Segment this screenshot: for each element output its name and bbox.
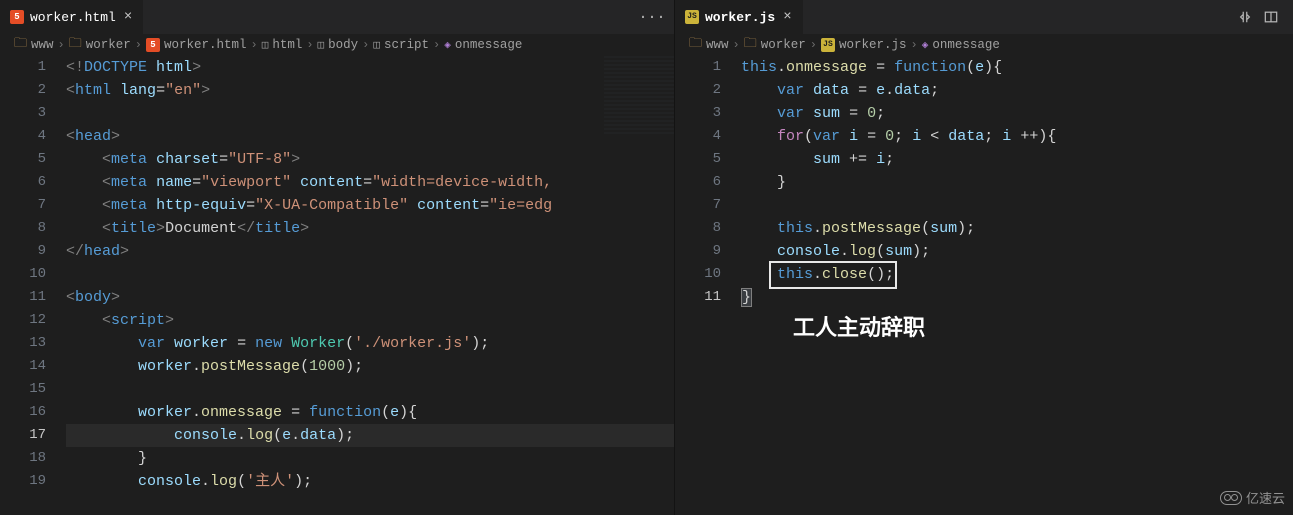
- symbol-icon: ◫: [373, 38, 380, 52]
- watermark-icon: [1220, 491, 1242, 505]
- chevron-right-icon: ›: [733, 38, 740, 52]
- crumb[interactable]: worker.html: [164, 38, 247, 52]
- crumb[interactable]: script: [384, 38, 429, 52]
- minimap[interactable]: [604, 56, 674, 136]
- crumb[interactable]: onmessage: [932, 38, 1000, 52]
- chevron-right-icon: ›: [135, 38, 142, 52]
- chevron-right-icon: ›: [306, 38, 313, 52]
- tab-bar: JS worker.js ×: [675, 0, 1293, 34]
- chevron-right-icon: ›: [362, 38, 369, 52]
- crumb[interactable]: www: [31, 38, 54, 52]
- crumb[interactable]: html: [272, 38, 302, 52]
- html-icon: 5: [146, 38, 160, 52]
- symbol-icon: ◫: [262, 38, 269, 52]
- watermark: 亿速云: [1220, 488, 1285, 507]
- chevron-right-icon: ›: [910, 38, 917, 52]
- chevron-right-icon: ›: [58, 38, 65, 52]
- html-icon: 5: [10, 10, 24, 24]
- code-content[interactable]: <!DOCTYPE html> <html lang="en"> <head> …: [66, 56, 674, 515]
- split-icon[interactable]: [1263, 9, 1279, 25]
- symbol-icon: ◫: [318, 38, 325, 52]
- crumb[interactable]: www: [706, 38, 729, 52]
- crumb[interactable]: worker.js: [839, 38, 907, 52]
- close-icon[interactable]: ×: [124, 9, 132, 25]
- chevron-right-icon: ›: [433, 38, 440, 52]
- annotation-label: 工人主动辞职: [793, 316, 925, 339]
- code-editor[interactable]: 1234 5678 91011 this.onmessage = functio…: [675, 56, 1293, 515]
- line-gutter: 1234 5678 91011: [675, 56, 741, 515]
- line-gutter: 1234 5678 9101112 13141516 171819: [0, 56, 66, 515]
- compare-icon[interactable]: [1237, 9, 1253, 25]
- code-editor[interactable]: 1234 5678 9101112 13141516 171819 <!DOCT…: [0, 56, 674, 515]
- tab-label: worker.js: [705, 10, 775, 25]
- crumb[interactable]: onmessage: [455, 38, 523, 52]
- tab-worker-html[interactable]: 5 worker.html ×: [0, 0, 143, 34]
- folder-icon: 🗀: [69, 34, 82, 56]
- breadcrumbs[interactable]: 🗀 www › 🗀 worker › 5 worker.html › ◫ htm…: [0, 34, 674, 56]
- tab-label: worker.html: [30, 10, 116, 25]
- crumb[interactable]: body: [328, 38, 358, 52]
- folder-icon: 🗀: [14, 34, 27, 56]
- method-icon: ◈: [922, 38, 929, 52]
- crumb[interactable]: worker: [761, 38, 806, 52]
- tab-worker-js[interactable]: JS worker.js ×: [675, 0, 803, 34]
- tab-bar: 5 worker.html × ···: [0, 0, 674, 34]
- code-content[interactable]: this.onmessage = function(e){ var data =…: [741, 56, 1293, 515]
- crumb[interactable]: worker: [86, 38, 131, 52]
- chevron-right-icon: ›: [810, 38, 817, 52]
- watermark-text: 亿速云: [1246, 488, 1285, 507]
- editor-pane-right: JS worker.js × 🗀 www › 🗀 worker › JS wor…: [675, 0, 1293, 515]
- close-icon[interactable]: ×: [783, 9, 791, 25]
- more-icon[interactable]: ···: [644, 9, 660, 25]
- folder-icon: 🗀: [744, 34, 757, 56]
- js-icon: JS: [685, 10, 699, 24]
- js-icon: JS: [821, 38, 835, 52]
- tab-actions: ···: [638, 0, 666, 34]
- method-icon: ◈: [444, 38, 451, 52]
- breadcrumbs[interactable]: 🗀 www › 🗀 worker › JS worker.js › ◈ onme…: [675, 34, 1293, 56]
- folder-icon: 🗀: [689, 34, 702, 56]
- tab-actions: [1231, 0, 1285, 34]
- editor-pane-left: 5 worker.html × ··· 🗀 www › 🗀 worker › 5…: [0, 0, 675, 515]
- chevron-right-icon: ›: [250, 38, 257, 52]
